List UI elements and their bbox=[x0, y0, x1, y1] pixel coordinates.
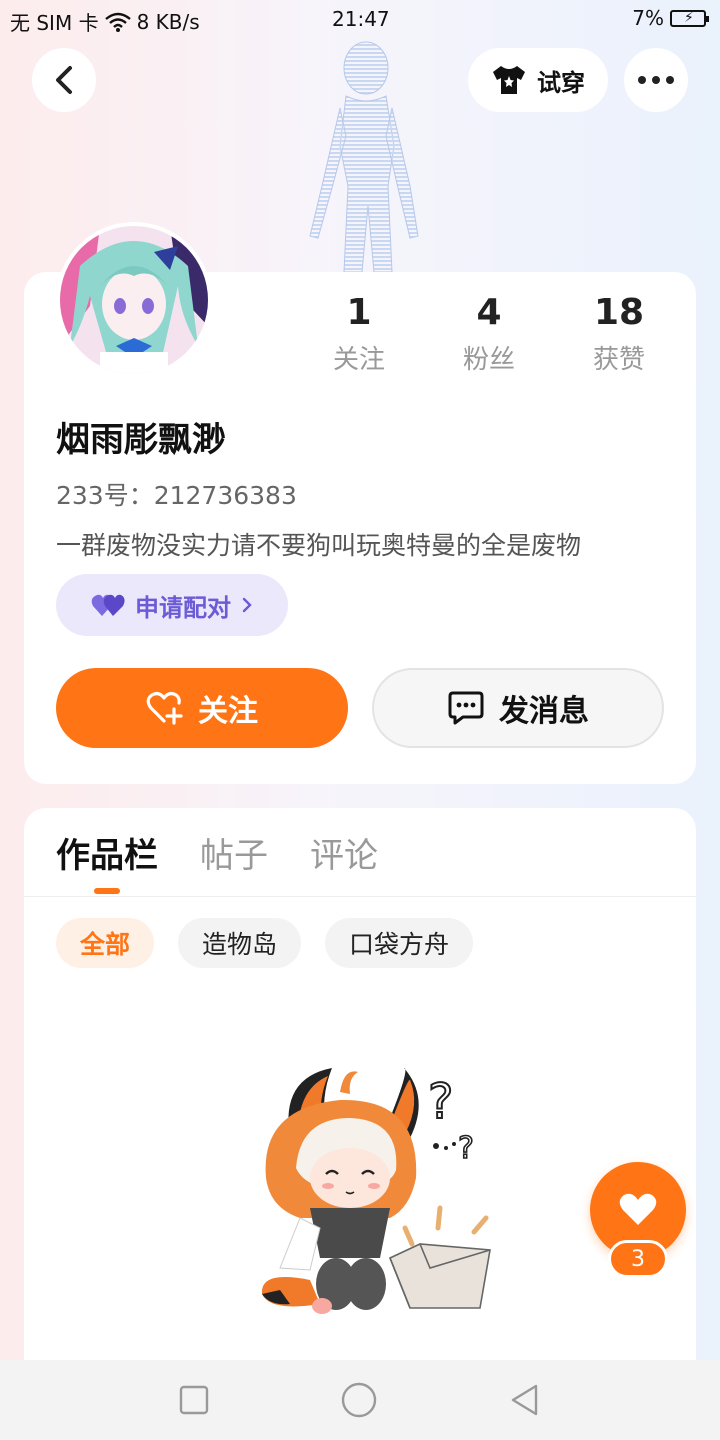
chip-creation-island[interactable]: 造物岛 bbox=[178, 918, 302, 968]
svg-text:?: ? bbox=[458, 1131, 474, 1166]
chat-bubble-icon bbox=[448, 691, 484, 725]
tshirt-icon bbox=[493, 66, 525, 94]
stat-label: 粉丝 bbox=[462, 345, 515, 375]
like-count-badge: 3 bbox=[608, 1240, 668, 1278]
follow-label: 关注 bbox=[198, 694, 258, 729]
chip-all[interactable]: 全部 bbox=[56, 918, 155, 968]
stat-label: 获赞 bbox=[592, 345, 645, 375]
stat-value: 1 bbox=[346, 292, 372, 333]
system-nav-bar bbox=[0, 1360, 720, 1440]
stat-value: 18 bbox=[593, 292, 645, 333]
back-nav-icon[interactable] bbox=[508, 1383, 542, 1417]
username: 烟雨彫飘渺 bbox=[56, 420, 226, 460]
status-bar: 无 SIM 卡 8 KB/s 21:47 7% ⚡ bbox=[0, 0, 720, 40]
user-id: 233号：212736383 bbox=[56, 481, 297, 510]
profile-stats: 1 关注 4 粉丝 18 获赞 bbox=[304, 292, 674, 376]
battery-icon: ⚡ bbox=[670, 9, 709, 27]
active-tab-indicator bbox=[94, 888, 120, 894]
home-icon[interactable] bbox=[340, 1381, 378, 1419]
send-message-label: 发消息 bbox=[499, 694, 589, 729]
content-tabs: 作品栏 帖子 评论 bbox=[56, 828, 378, 877]
carrier-text: 无 SIM 卡 bbox=[10, 11, 99, 35]
battery-percent: 7% bbox=[632, 6, 664, 30]
heart-icon bbox=[619, 1193, 657, 1225]
filter-chips: 全部 造物岛 口袋方舟 bbox=[56, 918, 474, 968]
stat-likes[interactable]: 18 获赞 bbox=[564, 292, 674, 376]
divider bbox=[24, 896, 696, 897]
empty-state-illustration: ? ? bbox=[261, 1068, 491, 1314]
chevron-right-icon bbox=[242, 597, 252, 613]
tab-works[interactable]: 作品栏 bbox=[56, 828, 158, 877]
content-card: 作品栏 帖子 评论 全部 造物岛 口袋方舟 ? ? bbox=[24, 808, 696, 1368]
tab-comments[interactable]: 评论 bbox=[310, 828, 378, 877]
avatar-image bbox=[60, 226, 208, 374]
svg-text:?: ? bbox=[428, 1074, 453, 1130]
try-on-label: 试穿 bbox=[537, 68, 585, 97]
try-on-button[interactable]: 试穿 bbox=[468, 48, 608, 112]
double-heart-icon bbox=[91, 594, 125, 616]
user-bio: 一群废物没实力请不要狗叫玩奥特曼的全是废物 bbox=[56, 531, 582, 560]
more-dots-icon bbox=[638, 76, 674, 84]
back-button[interactable] bbox=[32, 48, 96, 112]
stat-value: 4 bbox=[476, 292, 502, 333]
stat-following[interactable]: 1 关注 bbox=[304, 292, 414, 376]
apply-match-button[interactable]: 申请配对 bbox=[56, 574, 288, 636]
heart-plus-icon bbox=[146, 691, 183, 725]
wifi-icon bbox=[104, 12, 131, 32]
tab-posts[interactable]: 帖子 bbox=[200, 828, 268, 877]
chip-pocket-ark[interactable]: 口袋方舟 bbox=[325, 918, 474, 968]
avatar[interactable] bbox=[56, 222, 212, 378]
hologram-figure bbox=[309, 41, 419, 272]
more-button[interactable] bbox=[624, 48, 688, 112]
follow-button[interactable]: 关注 bbox=[56, 668, 348, 748]
recent-apps-icon[interactable] bbox=[178, 1384, 210, 1416]
send-message-button[interactable]: 发消息 bbox=[372, 668, 664, 748]
stat-label: 关注 bbox=[332, 345, 385, 375]
network-speed: 8 KB/s bbox=[136, 9, 200, 34]
clock: 21:47 bbox=[332, 7, 390, 31]
stat-followers[interactable]: 4 粉丝 bbox=[434, 292, 544, 376]
back-arrow-icon bbox=[56, 66, 72, 94]
apply-match-label: 申请配对 bbox=[135, 593, 231, 622]
